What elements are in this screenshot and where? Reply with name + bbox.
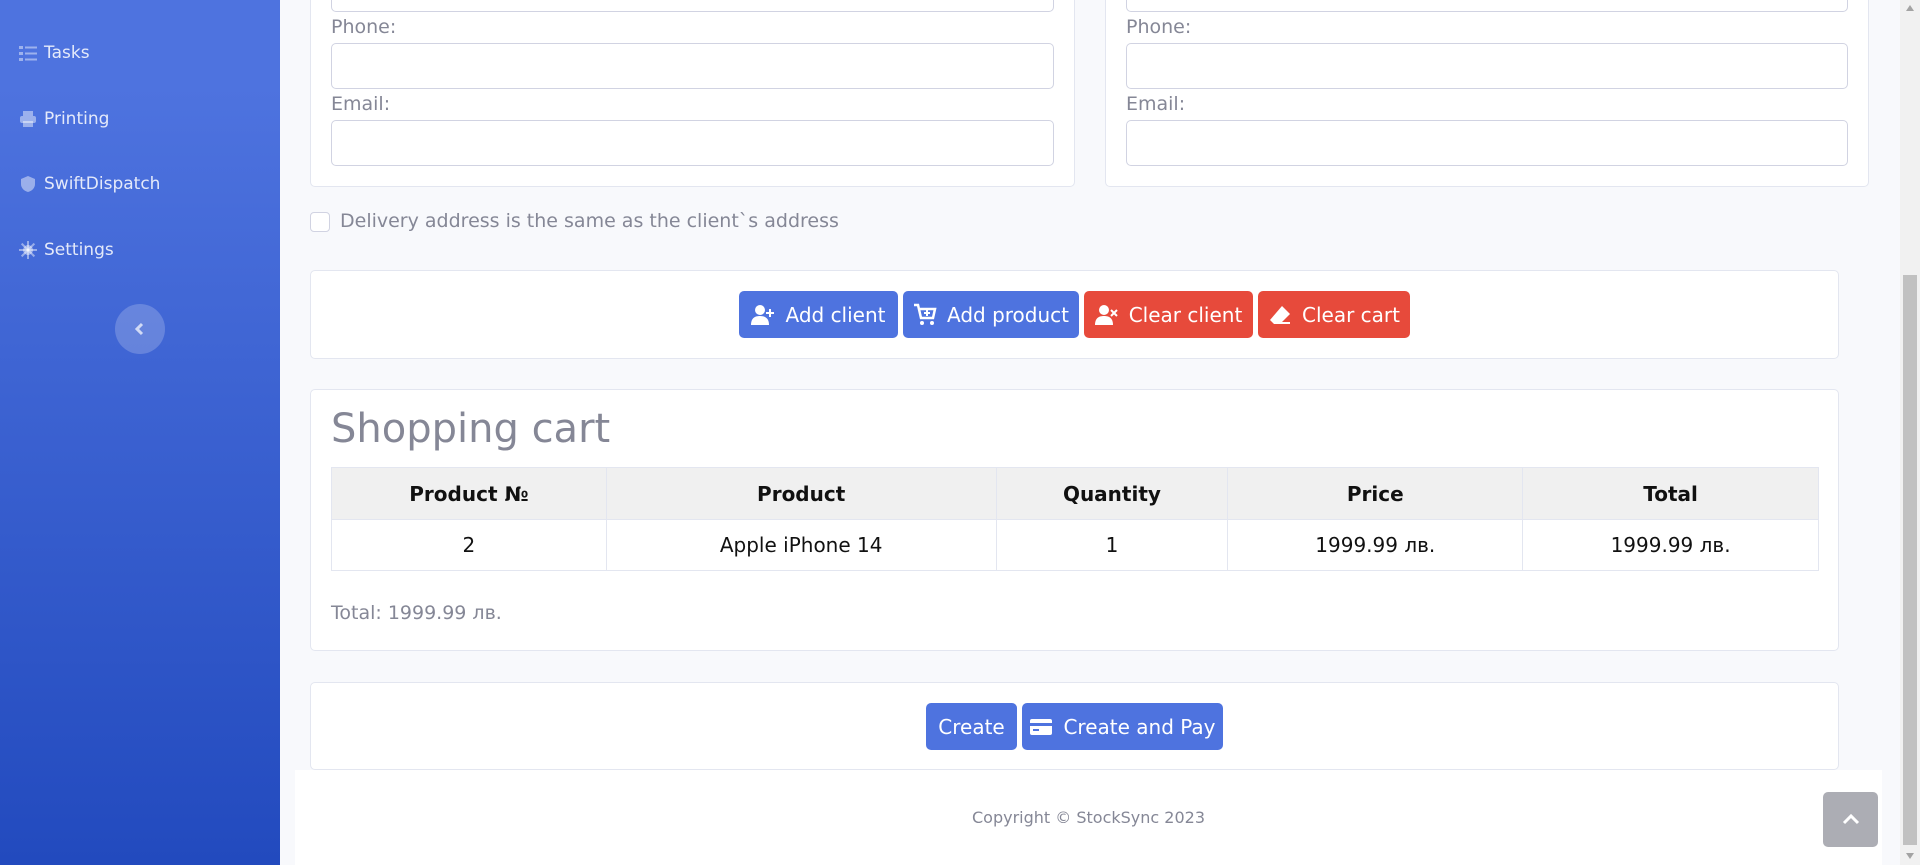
client-phone-field[interactable] xyxy=(331,43,1054,89)
client-email-label: Email: xyxy=(331,93,391,115)
clear-client-button[interactable]: Clear client xyxy=(1084,291,1253,338)
footer: Copyright © StockSync 2023 xyxy=(295,770,1882,865)
cart-title: Shopping cart xyxy=(331,406,611,452)
sidebar-item-label: Settings xyxy=(44,240,114,260)
sidebar-item-tasks[interactable]: Tasks xyxy=(19,43,90,63)
scroll-up-arrow-icon[interactable] xyxy=(1905,3,1915,13)
delivery-address-field[interactable] xyxy=(1126,0,1848,12)
scrollbar[interactable] xyxy=(1900,0,1920,865)
add-product-button[interactable]: Add product xyxy=(903,291,1079,338)
table-cell: 2 xyxy=(331,519,607,571)
gear-icon xyxy=(19,241,37,259)
scrollbar-thumb[interactable] xyxy=(1903,275,1917,845)
chevron-left-icon xyxy=(134,322,144,336)
clear-cart-button[interactable]: Clear cart xyxy=(1258,291,1410,338)
delivery-email-field[interactable] xyxy=(1126,120,1848,166)
sidebar-item-settings[interactable]: Settings xyxy=(19,240,114,260)
sidebar-item-swiftdispatch[interactable]: SwiftDispatch xyxy=(19,174,160,194)
scroll-to-top-button[interactable] xyxy=(1823,792,1878,847)
sidebar-item-label: Printing xyxy=(44,109,110,129)
credit-card-icon xyxy=(1030,718,1053,735)
table-header-row: Product № Product Quantity Price Total xyxy=(331,467,1819,520)
delivery-phone-label: Phone: xyxy=(1126,16,1192,38)
eraser-icon xyxy=(1270,305,1290,324)
create-and-pay-label: Create and Pay xyxy=(1063,714,1216,739)
delivery-email-label: Email: xyxy=(1126,93,1186,115)
add-product-label: Add product xyxy=(946,302,1069,327)
shield-icon xyxy=(21,176,35,192)
user-plus-icon xyxy=(751,304,775,325)
chevron-up-icon xyxy=(1842,813,1859,824)
add-client-button[interactable]: Add client xyxy=(739,291,898,338)
column-header: Quantity xyxy=(995,467,1229,520)
user-times-icon xyxy=(1094,304,1118,325)
create-label: Create xyxy=(938,714,1005,739)
sidebar-item-label: Tasks xyxy=(44,43,90,63)
table-cell: 1999.99 лв. xyxy=(1227,519,1524,571)
table-cell: 1 xyxy=(995,519,1229,571)
client-phone-label: Phone: xyxy=(331,16,397,38)
tasks-icon xyxy=(19,46,37,61)
cart-plus-icon xyxy=(913,303,937,325)
column-header: Product xyxy=(605,467,997,520)
clear-cart-label: Clear cart xyxy=(1302,302,1400,327)
column-header: Total xyxy=(1522,467,1819,520)
create-and-pay-button[interactable]: Create and Pay xyxy=(1022,703,1223,750)
sidebar-item-label: SwiftDispatch xyxy=(44,174,161,194)
client-address-field[interactable] xyxy=(331,0,1054,12)
column-header: Price xyxy=(1227,467,1524,520)
copyright-text: Copyright © StockSync 2023 xyxy=(972,808,1205,827)
sidebar-toggle-button[interactable] xyxy=(115,304,165,354)
delivery-phone-field[interactable] xyxy=(1126,43,1848,89)
clear-client-label: Clear client xyxy=(1128,302,1243,327)
printer-icon xyxy=(20,111,36,127)
table-cell: 1999.99 лв. xyxy=(1522,519,1819,571)
table-cell: Apple iPhone 14 xyxy=(605,519,997,571)
cart-total: Total: 1999.99 лв. xyxy=(331,602,502,624)
sidebar-item-printing[interactable]: Printing xyxy=(19,109,109,129)
same-address-label: Delivery address is the same as the clie… xyxy=(340,210,839,232)
cart-table: Product № Product Quantity Price Total 2… xyxy=(331,467,1819,571)
client-email-field[interactable] xyxy=(331,120,1054,166)
create-button[interactable]: Create xyxy=(926,703,1017,750)
same-address-checkbox[interactable] xyxy=(310,212,330,232)
scroll-down-arrow-icon[interactable] xyxy=(1905,851,1915,861)
column-header: Product № xyxy=(331,467,607,520)
table-row: 2 Apple iPhone 14 1 1999.99 лв. 1999.99 … xyxy=(331,519,1819,571)
add-client-label: Add client xyxy=(785,302,886,327)
sidebar: Tasks Printing SwiftDispatch Settings xyxy=(0,0,280,865)
